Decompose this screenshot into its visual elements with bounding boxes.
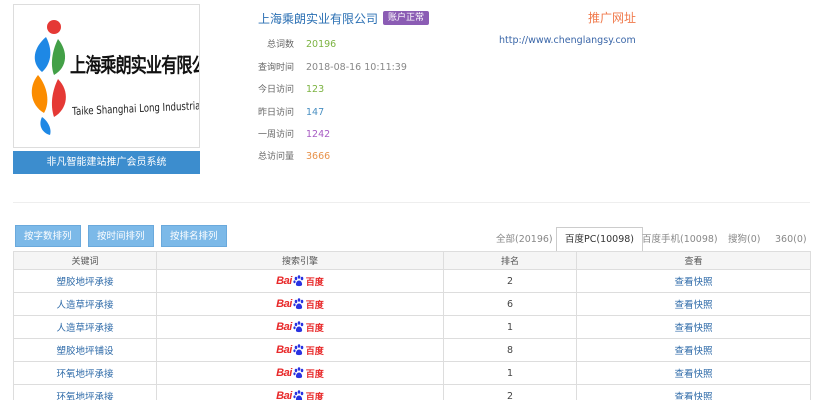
engine-cell: Bai 百度 (156, 269, 444, 293)
header-search-engine: 搜索引擎 (156, 251, 444, 270)
stat-label: 查询时间 (257, 63, 294, 73)
sort-by-length-button[interactable]: 按字数排列 (15, 225, 81, 247)
baidu-logo-du: 百度 (305, 300, 324, 311)
stat-value: 2018-08-16 10:11:39 (306, 62, 407, 73)
company-logo: 上海乘朗实业有限公司 Taike Shanghai Long Industria… (13, 4, 200, 148)
keyword-rank-table: 关键词 搜索引擎 排名 查看 塑胶地坪承接 Bai 百度 2 查看快照 人造草坪承接 Bai… (13, 251, 811, 400)
baidu-logo-du: 百度 (305, 277, 324, 288)
keyword-cell[interactable]: 塑胶地坪铺设 (13, 338, 157, 362)
stat-label: 昨日访问 (257, 108, 294, 118)
account-status-badge: 账户正常 (383, 11, 430, 25)
baidu-logo: Bai 百度 (276, 366, 324, 380)
logo-chinese-text: 上海乘朗实业有限公司 (70, 53, 199, 77)
baidu-paw-icon (293, 275, 304, 287)
stat-value: 3666 (306, 151, 331, 162)
baidu-paw-icon (293, 321, 304, 333)
table-row: 塑胶地坪铺设 Bai 百度 8 查看快照 (13, 338, 811, 362)
stat-label: 一周访问 (257, 130, 294, 140)
view-snapshot-link[interactable]: 查看快照 (576, 292, 811, 316)
engine-cell: Bai 百度 (156, 338, 444, 362)
stat-label: 总词数 (266, 40, 294, 50)
header-keyword: 关键词 (13, 251, 157, 270)
baidu-logo: Bai 百度 (276, 297, 324, 311)
keyword-cell[interactable]: 人造草坪承接 (13, 315, 157, 339)
sort-by-time-button[interactable]: 按时间排列 (88, 225, 154, 247)
tab-360[interactable]: 360(0) (775, 229, 807, 251)
logo-english-text: Taike Shanghai Long Industrial Co., Ltd. (72, 97, 200, 118)
baidu-logo-du: 百度 (305, 346, 324, 357)
baidu-paw-icon (293, 298, 304, 310)
stat-row: 查询时间 2018-08-16 10:11:39 (220, 61, 520, 75)
view-snapshot-link[interactable]: 查看快照 (576, 269, 811, 293)
rank-cell: 1 (443, 361, 577, 385)
baidu-logo-bai: Bai (276, 275, 292, 287)
table-row: 塑胶地坪承接 Bai 百度 2 查看快照 (13, 269, 811, 293)
baidu-logo-bai: Bai (276, 321, 292, 333)
engine-cell: Bai 百度 (156, 292, 444, 316)
view-snapshot-link[interactable]: 查看快照 (576, 338, 811, 362)
stat-row: 昨日访问 147 (220, 106, 520, 120)
header-rank: 排名 (443, 251, 577, 270)
stat-label: 今日访问 (257, 85, 294, 95)
baidu-logo-bai: Bai (276, 344, 292, 356)
stat-value: 20196 (306, 39, 337, 50)
table-row: 环氧地坪承接 Bai 百度 1 查看快照 (13, 361, 811, 385)
stat-label: 总访问量 (257, 152, 294, 162)
stat-value: 1242 (306, 129, 331, 140)
logo-figure-icon (31, 20, 66, 135)
engine-cell: Bai 百度 (156, 315, 444, 339)
baidu-logo-bai: Bai (276, 298, 292, 310)
company-name: 上海乘朗实业有限公司 (258, 12, 379, 26)
table-row: 人造草坪承接 Bai 百度 1 查看快照 (13, 315, 811, 339)
table-header-row: 关键词 搜索引擎 排名 查看 (13, 251, 811, 270)
rank-cell: 2 (443, 384, 577, 400)
baidu-logo-du: 百度 (305, 369, 324, 380)
rank-cell: 8 (443, 338, 577, 362)
keyword-cell[interactable]: 环氧地坪承接 (13, 361, 157, 385)
view-snapshot-link[interactable]: 查看快照 (576, 315, 811, 339)
tab-baidu-mobile[interactable]: 百度手机(10098) (642, 229, 718, 251)
keyword-cell[interactable]: 塑胶地坪承接 (13, 269, 157, 293)
engine-cell: Bai 百度 (156, 361, 444, 385)
tab-baidu-pc[interactable]: 百度PC(10098) (556, 227, 643, 253)
table-row: 人造草坪承接 Bai 百度 6 查看快照 (13, 292, 811, 316)
baidu-logo-bai: Bai (276, 367, 292, 379)
keyword-cell[interactable]: 环氧地坪承接 (13, 384, 157, 400)
tab-all[interactable]: 全部(20196) (496, 229, 553, 251)
baidu-paw-icon (293, 367, 304, 379)
baidu-logo-bai: Bai (276, 390, 292, 400)
stat-row: 一周访问 1242 (220, 128, 520, 142)
rank-cell: 1 (443, 315, 577, 339)
table-row: 环氧地坪承接 Bai 百度 2 查看快照 (13, 384, 811, 400)
stat-row: 今日访问 123 (220, 83, 520, 97)
section-divider (13, 202, 810, 203)
baidu-logo: Bai 百度 (276, 343, 324, 357)
baidu-logo: Bai 百度 (276, 274, 324, 288)
baidu-logo: Bai 百度 (276, 389, 324, 400)
baidu-paw-icon (293, 390, 304, 400)
view-snapshot-link[interactable]: 查看快照 (576, 361, 811, 385)
header-view: 查看 (576, 251, 811, 270)
stat-value: 123 (306, 84, 325, 95)
stat-value: 147 (306, 107, 325, 118)
promo-url-link[interactable]: http://www.chenglangsy.com (499, 35, 636, 46)
stat-row: 总词数 20196 (220, 38, 520, 52)
view-snapshot-link[interactable]: 查看快照 (576, 384, 811, 400)
sort-by-rank-button[interactable]: 按排名排列 (161, 225, 227, 247)
baidu-logo: Bai 百度 (276, 320, 324, 334)
stat-row: 总访问量 3666 (220, 150, 520, 164)
member-system-bar[interactable]: 非凡智能建站推广会员系统 (13, 151, 200, 174)
rank-cell: 6 (443, 292, 577, 316)
tab-sogou[interactable]: 搜狗(0) (728, 229, 760, 251)
engine-cell: Bai 百度 (156, 384, 444, 400)
baidu-logo-du: 百度 (305, 392, 324, 400)
promo-url-heading: 推广网址 (588, 11, 637, 25)
rank-cell: 2 (443, 269, 577, 293)
baidu-paw-icon (293, 344, 304, 356)
keyword-cell[interactable]: 人造草坪承接 (13, 292, 157, 316)
baidu-logo-du: 百度 (305, 323, 324, 334)
